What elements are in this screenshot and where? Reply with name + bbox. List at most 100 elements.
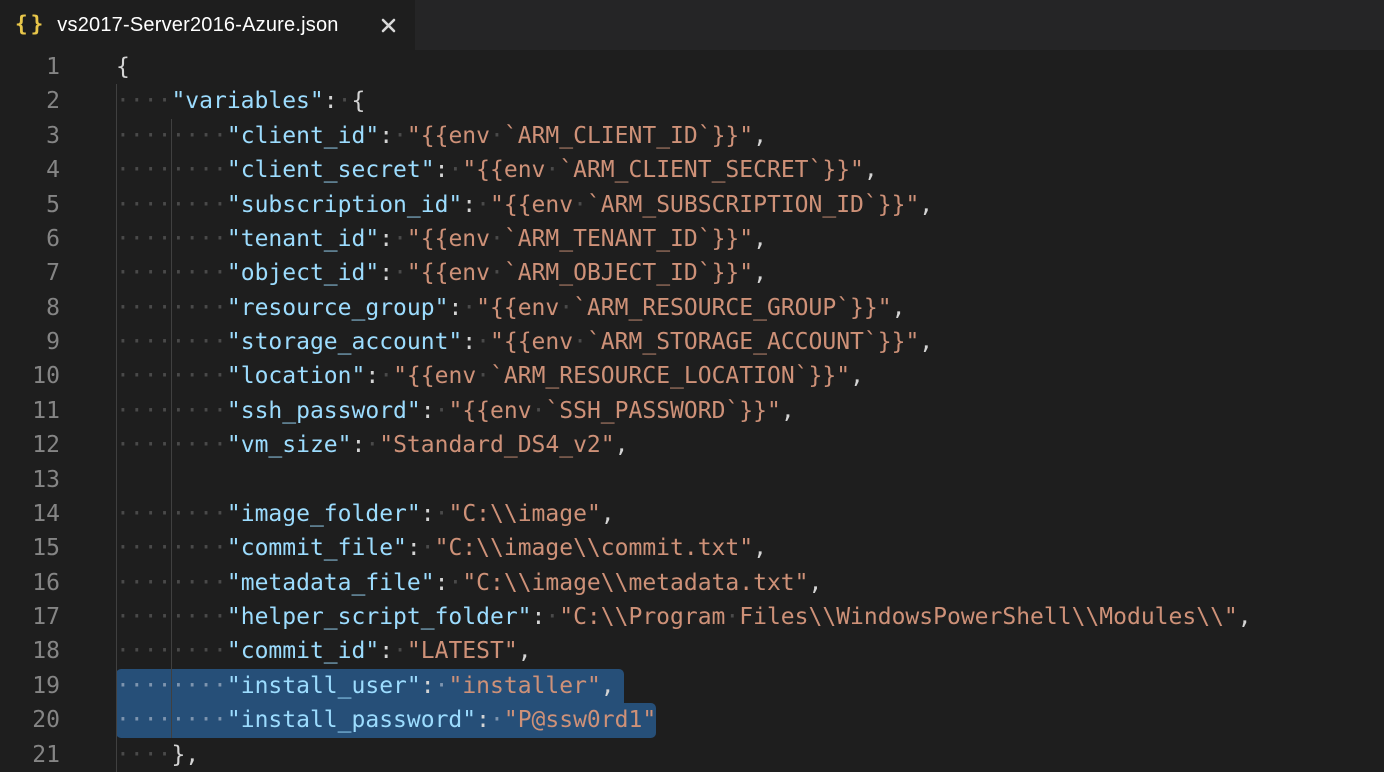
whitespace-dot: · <box>490 707 504 733</box>
line-content[interactable]: ········"metadata_file":·"C:\\image\\met… <box>116 566 1384 600</box>
line-content[interactable] <box>116 463 1384 497</box>
token-punctuation: { <box>351 88 365 114</box>
code-line[interactable]: 3········"client_id":·"{{env·`ARM_CLIENT… <box>0 119 1384 153</box>
line-content[interactable]: ········"install_user":·"installer", <box>116 669 1384 703</box>
line-content[interactable]: ········"helper_script_folder":·"C:\\Pro… <box>116 600 1384 634</box>
line-number[interactable]: 1 <box>0 50 60 84</box>
code-line[interactable]: 6········"tenant_id":·"{{env·`ARM_TENANT… <box>0 222 1384 256</box>
token-punctuation: : <box>532 604 546 630</box>
code-line[interactable]: 7 ········"object_id":·"{{env·`ARM_OBJECT… <box>0 256 1384 290</box>
code-line[interactable]: 17 ········"helper_script_folder":·"C:\\P… <box>0 600 1384 634</box>
whitespace-dot: · <box>158 501 172 527</box>
code-line[interactable]: 18········"commit_id":·"LATEST", <box>0 634 1384 668</box>
line-content[interactable]: ········"ssh_password":·"{{env·`SSH_PASS… <box>116 394 1384 428</box>
code-line[interactable]: 5 ········"subscription_id":·"{{env·`ARM_… <box>0 188 1384 222</box>
whitespace-dot: · <box>213 570 227 596</box>
code-line[interactable]: 15 ········"commit_file":·"C:\\image\\com… <box>0 531 1384 565</box>
whitespace-dot: · <box>130 742 144 768</box>
line-content[interactable]: ········"commit_id":·"LATEST", <box>116 634 1384 668</box>
whitespace-dot: · <box>213 363 227 389</box>
line-number[interactable]: 15 <box>0 531 60 565</box>
line-number[interactable]: 16 <box>0 566 60 600</box>
whitespace-dot: · <box>144 432 158 458</box>
code-line[interactable]: 21····}, <box>0 738 1384 772</box>
line-content[interactable]: ········"client_secret":·"{{env·`ARM_CLI… <box>116 153 1384 187</box>
line-number[interactable]: 9 <box>0 325 60 359</box>
line-content[interactable]: ········"tenant_id":·"{{env·`ARM_TENANT_… <box>116 222 1384 256</box>
code-line[interactable]: 10········"location":·"{{env·`ARM_RESOUR… <box>0 359 1384 393</box>
whitespace-dot: · <box>130 123 144 149</box>
line-number[interactable]: 12 <box>0 428 60 462</box>
token-punctuation: , <box>753 260 767 286</box>
token-string: "Standard_DS4_v2" <box>379 432 614 458</box>
line-content[interactable]: ········"subscription_id":·"{{env·`ARM_S… <box>116 188 1384 222</box>
line-number[interactable]: 8 <box>0 291 60 325</box>
code-line[interactable]: 16 ········"metadata_file":·"C:\\image\\m… <box>0 566 1384 600</box>
line-number[interactable]: 2 <box>0 84 60 118</box>
line-content[interactable]: ········"resource_group":·"{{env·`ARM_RE… <box>116 291 1384 325</box>
code-line[interactable]: 9 ········"storage_account":·"{{env·`ARM_… <box>0 325 1384 359</box>
line-content[interactable]: ········"commit_file":·"C:\\image\\commi… <box>116 531 1384 565</box>
line-content[interactable]: ········"client_id":·"{{env·`ARM_CLIENT_… <box>116 119 1384 153</box>
whitespace-dot: · <box>199 501 213 527</box>
line-number[interactable]: 18 <box>0 634 60 668</box>
code-line[interactable]: 11 ········"ssh_password":·"{{env·`SSH_PA… <box>0 394 1384 428</box>
line-number[interactable]: 4 <box>0 153 60 187</box>
whitespace-dot: · <box>199 673 213 699</box>
token-whitespace: ········ <box>116 570 227 596</box>
code-line[interactable]: 13 <box>0 463 1384 497</box>
line-number[interactable]: 10 <box>0 359 60 393</box>
tab-vs2017-server2016-azure[interactable]: {} vs2017-Server2016-Azure.json <box>0 0 415 50</box>
whitespace-dot: · <box>158 742 172 768</box>
code-line[interactable]: 1{ <box>0 50 1384 84</box>
line-number[interactable]: 7 <box>0 256 60 290</box>
whitespace-dot: · <box>379 363 393 389</box>
line-content[interactable]: ····}, <box>116 738 1384 772</box>
whitespace-dot: · <box>158 226 172 252</box>
whitespace-dot: · <box>462 295 476 321</box>
token-punctuation: , <box>601 501 615 527</box>
line-content[interactable]: ····"variables":·{ <box>116 84 1384 118</box>
whitespace-dot: · <box>213 673 227 699</box>
line-content[interactable]: ········"storage_account":·"{{env·`ARM_S… <box>116 325 1384 359</box>
whitespace-dot: · <box>171 638 185 664</box>
line-number[interactable]: 11 <box>0 394 60 428</box>
whitespace-dot: · <box>213 123 227 149</box>
line-number[interactable]: 13 <box>0 463 60 497</box>
token-punctuation: : <box>462 329 476 355</box>
whitespace-dot: · <box>158 260 172 286</box>
whitespace-dot: · <box>158 432 172 458</box>
token-whitespace: · <box>476 329 490 355</box>
token-whitespace: ···· <box>116 742 171 768</box>
whitespace-dot: · <box>213 226 227 252</box>
token-string: "LATEST" <box>407 638 518 664</box>
code-area[interactable]: 1{2····"variables":·{3········"client_id… <box>0 50 1384 772</box>
line-number[interactable]: 21 <box>0 738 60 772</box>
token-string: "{{env·`ARM_CLIENT_ID`}}" <box>407 123 753 149</box>
line-number[interactable]: 6 <box>0 222 60 256</box>
code-line[interactable]: 12········"vm_size":·"Standard_DS4_v2", <box>0 428 1384 462</box>
tab-close-button[interactable] <box>375 12 401 38</box>
code-line[interactable]: 19 ········"install_user":·"installer", <box>0 669 1384 703</box>
line-content[interactable]: { <box>116 50 1384 84</box>
line-number[interactable]: 14 <box>0 497 60 531</box>
line-number[interactable]: 19 <box>0 669 60 703</box>
line-content[interactable]: ········"location":·"{{env·`ARM_RESOURCE… <box>116 359 1384 393</box>
line-content[interactable]: ········"install_password":·"P@ssw0rd1" <box>116 703 1384 737</box>
line-content[interactable]: ········"image_folder":·"C:\\image", <box>116 497 1384 531</box>
token-whitespace: ········ <box>116 673 227 699</box>
whitespace-dot: · <box>213 432 227 458</box>
code-line[interactable]: 14········"image_folder":·"C:\\image", <box>0 497 1384 531</box>
line-number[interactable]: 3 <box>0 119 60 153</box>
line-number[interactable]: 20 <box>0 703 60 737</box>
code-line[interactable]: 8 ········"resource_group":·"{{env·`ARM_R… <box>0 291 1384 325</box>
code-line[interactable]: 20 ········"install_password":·"P@ssw0rd1… <box>0 703 1384 737</box>
line-number[interactable]: 5 <box>0 188 60 222</box>
token-string: "{{env·`SSH_PASSWORD`}}" <box>448 398 780 424</box>
code-line[interactable]: 2 ····"variables":·{ <box>0 84 1384 118</box>
token-string: "{{env·`ARM_OBJECT_ID`}}" <box>407 260 753 286</box>
line-content[interactable]: ········"object_id":·"{{env·`ARM_OBJECT_… <box>116 256 1384 290</box>
line-number[interactable]: 17 <box>0 600 60 634</box>
line-content[interactable]: ········"vm_size":·"Standard_DS4_v2", <box>116 428 1384 462</box>
code-line[interactable]: 4 ········"client_secret":·"{{env·`ARM_CL… <box>0 153 1384 187</box>
